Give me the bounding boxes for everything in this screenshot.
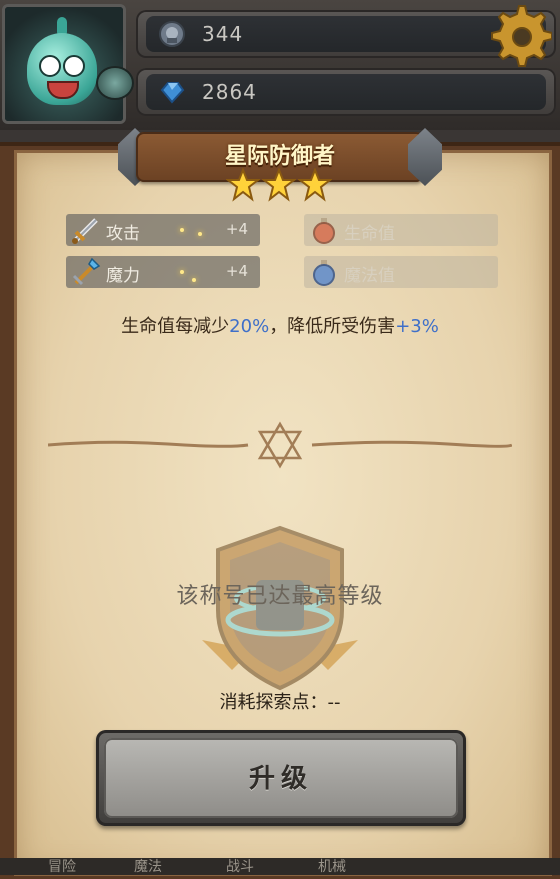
stat-attack: 攻击 +4 [66, 214, 260, 246]
title-effect-description: 生命值每减少20%，降低所受伤害+3% [121, 316, 439, 337]
stat-magic: 魔力 +4 [66, 256, 260, 288]
stat-magic-bonus: +4 [225, 262, 248, 280]
tab-magic[interactable]: 魔法 [134, 856, 162, 876]
star-icon [226, 168, 260, 202]
upgrade-button[interactable]: 升级 [96, 730, 466, 826]
max-level-message: 该称号已达最高等级 [176, 584, 384, 609]
star-rating [226, 168, 334, 202]
tab-adventure[interactable]: 冒险 [48, 856, 76, 876]
gem-value: 2864 [202, 80, 257, 104]
upgrade-cost: 消耗探索点：-- [219, 692, 341, 713]
sword-icon [72, 218, 98, 244]
stat-mp-label: 魔法值 [344, 266, 395, 286]
red-potion-icon [313, 218, 335, 244]
stat-attack-bonus: +4 [225, 220, 248, 238]
stat-magic-label: 魔力 [106, 266, 140, 286]
bottom-tab-bar: 冒险 魔法 战斗 机械 [0, 858, 560, 875]
upgrade-button-label: 升级 [248, 764, 313, 794]
magic-staff-icon [72, 257, 101, 286]
stat-hp: 生命值 [304, 214, 498, 246]
ornamental-divider [48, 421, 512, 469]
exploration-points-value: 344 [202, 22, 244, 46]
exploration-token-icon [159, 21, 185, 47]
star-icon [262, 168, 296, 202]
top-bar: 344 2864 [0, 0, 560, 130]
stat-hp-label: 生命值 [344, 224, 395, 244]
stat-mp: 魔法值 [304, 256, 498, 288]
stat-attack-label: 攻击 [106, 224, 140, 244]
title-name: 星际防御者 [224, 144, 335, 169]
gear-icon[interactable] [486, 2, 552, 68]
player-avatar[interactable] [2, 4, 126, 124]
blue-potion-icon [313, 260, 335, 286]
pet-icon[interactable] [96, 66, 134, 100]
tab-mechanics[interactable]: 机械 [318, 856, 346, 876]
tab-battle[interactable]: 战斗 [226, 856, 254, 876]
gem-bar: 2864 [136, 68, 556, 116]
blue-gem-icon [160, 82, 185, 104]
star-icon [298, 168, 332, 202]
